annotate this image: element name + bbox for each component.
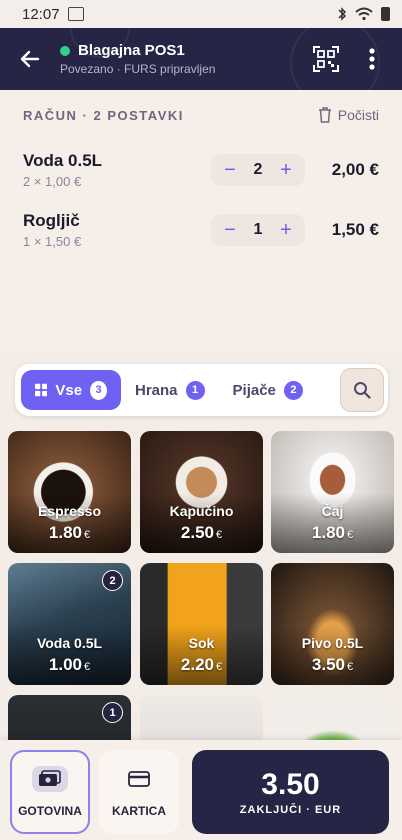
header-decoration <box>70 0 130 58</box>
tab-label: Pijače <box>232 381 276 399</box>
decrease-quantity-button[interactable]: − <box>221 160 239 180</box>
receipt-item[interactable]: Rogljič 1 × 1,50 € − 1 + 1,50 € <box>0 200 402 260</box>
register-subtitle: Povezano · FURS pripravljen <box>60 62 216 76</box>
tab-food[interactable]: Hrana 1 <box>121 370 219 410</box>
increase-quantity-button[interactable]: + <box>277 160 295 180</box>
cash-icon-wrap <box>32 766 68 792</box>
tab-count-badge: 1 <box>185 380 205 400</box>
currency-label: € <box>215 529 223 541</box>
payment-bar: GOTOVINA KARTICA 3.50 ZAKLJUČI · EUR <box>0 740 402 840</box>
product-card[interactable]: Kapučino 2.50 € <box>140 431 263 553</box>
product-card[interactable]: 2 Voda 0.5L 1.00 € <box>8 563 131 685</box>
tab-count-badge: 3 <box>90 380 107 400</box>
quantity-value: 2 <box>253 161 263 178</box>
battery-icon <box>381 7 390 21</box>
price-value: 1.00 <box>48 655 82 674</box>
product-card[interactable]: Espresso 1.80 € <box>8 431 131 553</box>
receipt-panel: RAČUN · 2 POSTAVKI Počisti Voda 0.5L 2 ×… <box>0 90 402 350</box>
product-card[interactable]: Pivo 0.5L 3.50 € <box>271 563 394 685</box>
search-button[interactable] <box>340 368 384 412</box>
clear-receipt-button[interactable]: Počisti <box>318 107 379 123</box>
product-price: 1.00 € <box>8 655 131 675</box>
quantity-stepper: − 2 + <box>211 154 305 186</box>
cash-payment-button[interactable]: GOTOVINA <box>10 750 90 834</box>
product-name: Voda 0.5L <box>36 635 103 651</box>
search-icon <box>354 382 371 399</box>
product-name: Čaj <box>321 503 344 519</box>
decrease-quantity-button[interactable]: − <box>221 220 239 240</box>
tab-drinks[interactable]: Pijače 2 <box>219 370 317 410</box>
price-value: 2.50 <box>180 523 214 542</box>
product-name: Pivo 0.5L <box>301 635 364 651</box>
currency-label: € <box>346 661 354 673</box>
cash-label: GOTOVINA <box>18 804 82 818</box>
checkout-button[interactable]: 3.50 ZAKLJUČI · EUR <box>192 750 389 834</box>
grid-icon <box>35 383 48 397</box>
tab-label: Vse <box>55 381 83 399</box>
checkout-label: ZAKLJUČI · EUR <box>239 804 342 816</box>
credit-card-icon <box>128 771 150 787</box>
price-value: 1.80 <box>311 523 345 542</box>
currency-label: € <box>346 529 354 541</box>
card-label: KARTICA <box>112 804 166 818</box>
tab-count-badge: 2 <box>283 380 303 400</box>
product-price: 1.80 € <box>271 523 394 543</box>
quantity-value: 1 <box>253 221 263 238</box>
receipt-item-detail: 1 × 1,50 € <box>23 234 82 249</box>
receipt-item-name: Rogljič <box>23 211 80 230</box>
in-cart-badge: 1 <box>102 702 123 723</box>
product-price: 2.20 € <box>140 655 263 675</box>
in-cart-badge: 2 <box>102 570 123 591</box>
product-name: Espresso <box>37 503 102 519</box>
currency-label: € <box>83 661 91 673</box>
price-value: 1.80 <box>48 523 82 542</box>
card-icon-wrap <box>121 766 157 792</box>
clear-label: Počisti <box>337 107 379 123</box>
receipt-item-total: 1,50 € <box>331 220 379 239</box>
app-header: Blagajna POS1 Povezano · FURS pripravlje… <box>0 0 402 108</box>
product-price: 2.50 € <box>140 523 263 543</box>
tab-label: Hrana <box>135 381 178 399</box>
connection-status-dot <box>60 45 70 56</box>
receipt-item-detail: 2 × 1,00 € <box>23 174 82 189</box>
currency-label: € <box>215 661 223 673</box>
currency-label: € <box>83 529 91 541</box>
category-tabs: Vse 3 Hrana 1 Pijače 2 <box>15 364 388 416</box>
price-value: 2.20 <box>180 655 214 674</box>
back-button[interactable] <box>0 28 60 90</box>
price-value: 3.50 <box>311 655 345 674</box>
product-card[interactable]: Sok 2.20 € <box>140 563 263 685</box>
increase-quantity-button[interactable]: + <box>277 220 295 240</box>
status-time: 12:07 <box>22 5 60 23</box>
receipt-item[interactable]: Voda 0.5L 2 × 1,00 € − 2 + 2,00 € <box>0 140 402 200</box>
receipt-item-name: Voda 0.5L <box>23 151 103 170</box>
wifi-icon <box>355 7 373 21</box>
receipt-item-total: 2,00 € <box>331 160 379 179</box>
product-name: Sok <box>188 635 215 651</box>
card-payment-button[interactable]: KARTICA <box>99 750 179 834</box>
product-card[interactable]: Čaj 1.80 € <box>271 431 394 553</box>
product-name: Kapučino <box>169 503 234 519</box>
quantity-stepper: − 1 + <box>211 214 305 246</box>
trash-icon <box>318 107 331 123</box>
product-price: 3.50 € <box>271 655 394 675</box>
checkout-total: 3.50 <box>261 768 320 801</box>
cash-icon <box>39 770 61 786</box>
product-price: 1.80 € <box>8 523 131 543</box>
tab-all[interactable]: Vse 3 <box>21 370 121 410</box>
arrow-left-icon <box>20 50 40 68</box>
receipt-heading: RAČUN · 2 POSTAVKI <box>23 107 184 123</box>
